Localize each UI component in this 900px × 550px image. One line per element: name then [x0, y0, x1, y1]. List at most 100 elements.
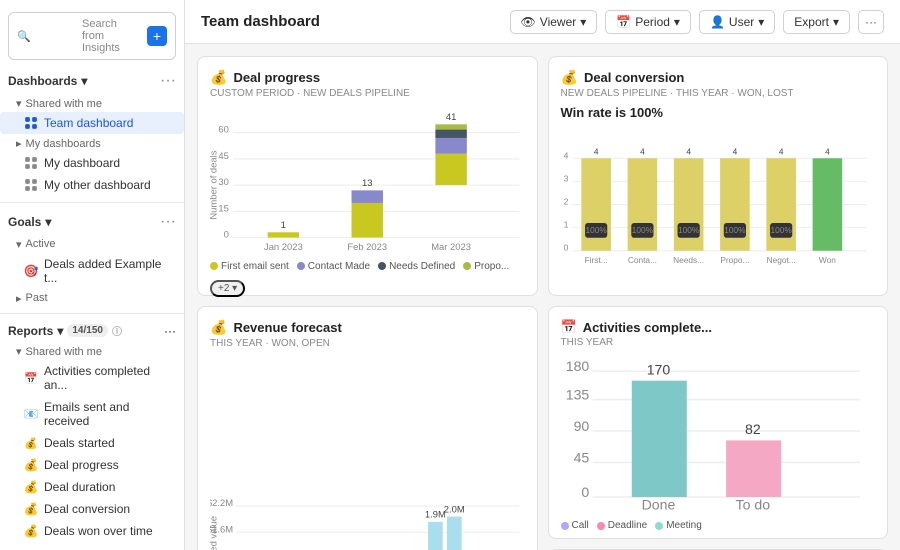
deals-started-label: Deals started	[44, 436, 115, 450]
sidebar-item-activities-completed[interactable]: 📅 Activities completed an...	[0, 360, 184, 396]
svg-text:45: 45	[573, 449, 589, 465]
dashboard-grid: 💰 Deal progress CUSTOM PERIOD · NEW DEAL…	[185, 44, 900, 550]
deal-conversion-chart: 0 1 2 3 4 100% First...	[561, 126, 876, 283]
reports-more-btn[interactable]: ···	[164, 324, 176, 338]
goals-more-btn[interactable]: ···	[160, 213, 176, 231]
chevron-down-icon: ▾	[16, 345, 22, 358]
revenue-forecast-subtitle: THIS YEAR · WON, OPEN	[210, 338, 525, 349]
svg-text:4: 4	[563, 150, 568, 160]
viewer-button[interactable]: 👁 Viewer ▾	[510, 10, 598, 34]
sidebar-item-deal-progress[interactable]: 💰 Deal progress	[0, 454, 184, 476]
svg-text:2: 2	[563, 197, 568, 207]
user-button[interactable]: 👤 User ▾	[699, 10, 775, 34]
sidebar-item-deal-duration[interactable]: 💰 Deal duration	[0, 476, 184, 498]
deals-won-label: Deals won over time	[44, 524, 153, 538]
sidebar-item-deals-won[interactable]: 💰 Deals won over time	[0, 520, 184, 542]
activities-header: 📅 Activities complete...	[561, 319, 876, 335]
dashboards-section[interactable]: Dashboards ▾ ···	[0, 68, 184, 94]
sidebar-item-emails[interactable]: 📧 Emails sent and received	[0, 396, 184, 432]
divider	[0, 202, 184, 203]
my-other-dashboard-label: My other dashboard	[44, 178, 151, 192]
legend-more-button[interactable]: +2 ▾	[210, 280, 245, 297]
svg-text:1: 1	[281, 219, 286, 230]
chevron-down-icon: ▾	[758, 15, 764, 29]
shared-reports-group[interactable]: ▾ Shared with me	[0, 342, 184, 360]
activities-widget: 📅 Activities complete... THIS YEAR 0 45 …	[548, 306, 889, 539]
legend-color	[378, 262, 386, 270]
main-content: Team dashboard 👁 Viewer ▾ 📅 Period ▾ 👤 U…	[185, 0, 900, 550]
activities-chart: 0 45 90 135 180 170 Done	[561, 354, 876, 514]
svg-text:45: 45	[218, 150, 228, 161]
svg-text:Won: Won	[818, 255, 835, 265]
add-button[interactable]: +	[147, 26, 167, 46]
goals-section[interactable]: Goals ▾ ···	[0, 209, 184, 235]
sidebar-item-deals-added[interactable]: 🎯 Deals added Example t...	[0, 253, 184, 289]
chevron-down-icon: ▾	[674, 15, 680, 29]
more-options-button[interactable]: ···	[858, 10, 884, 34]
svg-text:90: 90	[573, 418, 589, 434]
dashboard-icon	[24, 116, 38, 130]
chevron-down-icon: ▾	[16, 97, 22, 110]
svg-text:100%: 100%	[678, 225, 700, 235]
sidebar-item-team-dashboard[interactable]: Team dashboard	[0, 112, 184, 134]
page-title: Team dashboard	[201, 13, 320, 30]
legend-propo: Propo...	[463, 261, 509, 272]
svg-text:100%: 100%	[631, 225, 653, 235]
chevron-down-icon: ▾	[833, 15, 839, 29]
chevron-down-icon: ▾	[580, 15, 586, 29]
sidebar-item-deal-conversion[interactable]: 💰 Deal conversion	[0, 498, 184, 520]
svg-text:4: 4	[686, 147, 691, 157]
activities-legend: Call Deadline Meeting	[561, 520, 876, 531]
dashboards-more-btn[interactable]: ···	[160, 72, 176, 90]
period-button[interactable]: 📅 Period ▾	[605, 10, 691, 34]
sidebar-item-my-dashboard[interactable]: My dashboard	[0, 152, 184, 174]
svg-text:100%: 100%	[724, 225, 746, 235]
active-goals-group[interactable]: ▾ Active	[0, 235, 184, 253]
svg-text:13: 13	[362, 177, 372, 188]
deal-progress-chart: 0 15 30 45 60 Number of deals 1	[210, 105, 525, 255]
shared-with-me-group[interactable]: ▾ Shared with me	[0, 94, 184, 112]
deal-progress-subtitle: CUSTOM PERIOD · NEW DEALS PIPELINE	[210, 88, 525, 99]
activities-subtitle: THIS YEAR	[561, 337, 876, 348]
activities-label: Activities completed an...	[44, 364, 176, 392]
search-icon: 🔍	[17, 30, 76, 43]
deals-added-label: Deals added Example t...	[44, 257, 176, 285]
revenue-forecast-header: 💰 Revenue forecast	[210, 319, 525, 336]
svg-text:First...: First...	[584, 255, 607, 265]
deal-icon: 💰	[561, 69, 578, 86]
svg-text:100%: 100%	[585, 225, 607, 235]
past-goals-group[interactable]: ▸ Past	[0, 289, 184, 307]
legend-color	[655, 522, 663, 530]
goals-title: Goals ▾	[8, 215, 51, 229]
svg-text:Needs...: Needs...	[673, 255, 704, 265]
reports-section[interactable]: Reports ▾ 14/150 ⓘ ···	[0, 319, 184, 342]
export-button[interactable]: Export ▾	[783, 10, 850, 34]
search-box[interactable]: 🔍 Search from Insights +	[8, 12, 176, 60]
revenue-forecast-chart: $0 $550K $1.1M $1.6M $2.2M Deal weighted…	[210, 355, 525, 550]
svg-text:100%: 100%	[770, 225, 792, 235]
legend-color	[597, 522, 605, 530]
revenue-forecast-title: Revenue forecast	[233, 320, 341, 335]
svg-text:135: 135	[565, 387, 589, 403]
chevron-down-icon: ▾	[81, 74, 87, 88]
svg-text:Negot...: Negot...	[766, 255, 795, 265]
right-column: 📅 Activities complete... THIS YEAR 0 45 …	[548, 306, 889, 550]
svg-text:Conta...: Conta...	[627, 255, 656, 265]
my-dashboards-group[interactable]: ▸ My dashboards	[0, 134, 184, 152]
calendar-icon: 📅	[616, 15, 631, 29]
revenue-icon: 💰	[210, 319, 227, 336]
header-actions: 👁 Viewer ▾ 📅 Period ▾ 👤 User ▾ Export ▾ …	[510, 10, 884, 34]
legend-first-email: First email sent	[210, 261, 289, 272]
legend-meeting: Meeting	[655, 520, 702, 531]
deal-conversion-subtitle: NEW DEALS PIPELINE · THIS YEAR · WON, LO…	[561, 88, 876, 99]
legend-color	[561, 522, 569, 530]
revenue-forecast-widget: 💰 Revenue forecast THIS YEAR · WON, OPEN…	[197, 306, 538, 550]
sidebar-item-deals-started[interactable]: 💰 Deals started	[0, 432, 184, 454]
sidebar-item-my-other-dashboard[interactable]: My other dashboard	[0, 174, 184, 196]
svg-text:2.0M: 2.0M	[444, 503, 465, 514]
deal-progress-label: Deal progress	[44, 458, 119, 472]
progress-icon: 💰	[24, 458, 38, 472]
deal-progress-header: 💰 Deal progress	[210, 69, 525, 86]
svg-text:4: 4	[593, 147, 598, 157]
svg-text:Done: Done	[641, 497, 675, 513]
